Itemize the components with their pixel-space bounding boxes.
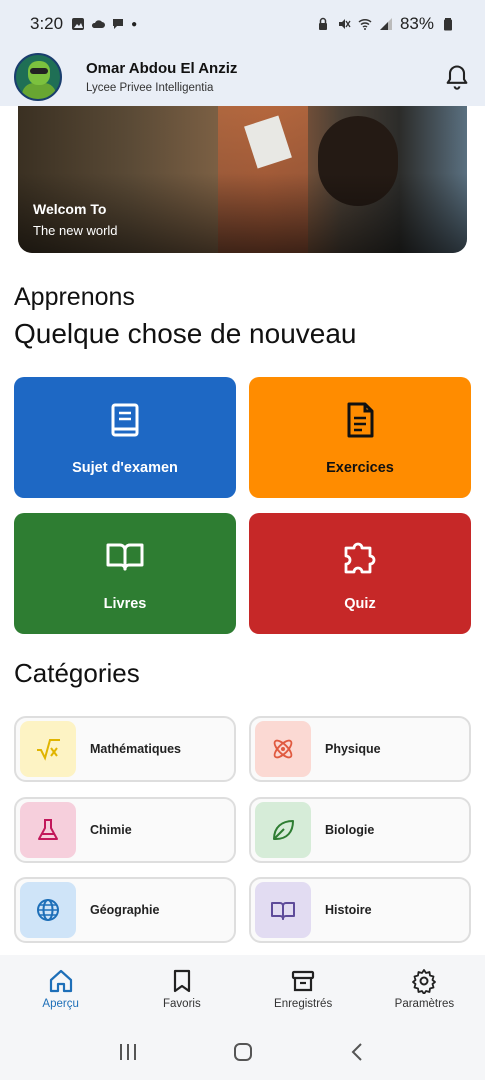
category-histoire[interactable]: Histoire [249,877,471,943]
tile-label: Quiz [344,596,376,612]
category-icon-box [20,802,76,858]
dot-icon: ● [131,18,138,30]
avatar-body [22,83,56,99]
open-book-icon [271,902,295,920]
nav-apercu[interactable]: Aperçu [0,955,121,1023]
status-time: 3:20 [30,14,64,33]
nav-label: Paramètres [394,998,455,1010]
atom-icon [273,739,293,759]
category-icon-box [255,882,311,938]
status-bar: 3:20 ● 83% [0,0,485,48]
school-name: Lycee Privee Intelligentia [86,82,214,94]
bookmark-icon [173,969,190,993]
hero-title: Welcom To [33,201,107,217]
nav-label: Favoris [163,998,201,1010]
categories-title: Catégories [14,658,140,688]
open-book-icon [106,543,144,571]
battery-level: 83% [399,14,434,33]
nav-parametres[interactable]: Paramètres [364,955,485,1023]
leaf-icon [273,820,294,840]
cloud-icon [92,20,106,28]
category-label: Physique [325,742,381,756]
home-button-icon[interactable] [232,1041,254,1063]
tile-label: Exercices [326,460,394,476]
avatar[interactable] [14,53,62,101]
category-icon-box [20,721,76,777]
category-label: Histoire [325,903,372,917]
intro-line2: Quelque chose de nouveau [14,318,357,349]
tile-quiz[interactable]: Quiz [249,513,471,634]
chat-icon [113,19,124,29]
nav-label: Enregistrés [274,998,333,1010]
avatar-glasses [30,68,48,74]
system-indicators: 83% [316,14,455,34]
category-label: Biologie [325,823,375,837]
home-icon [49,969,72,993]
globe-icon [37,899,59,921]
notification-icons: ● [71,17,137,31]
category-physique[interactable]: Physique [249,716,471,782]
category-chimie[interactable]: Chimie [14,797,236,863]
mute-icon [338,19,351,29]
intro-line1: Apprenons [14,283,135,311]
category-icon-box [20,882,76,938]
tile-sujet-examen[interactable]: Sujet d'examen [14,377,236,498]
document-icon [347,402,374,438]
nav-label: Aperçu [42,998,79,1010]
image-icon [72,18,85,30]
gear-icon [412,969,437,994]
category-icon-box [255,802,311,858]
user-name: Omar Abdou El Anziz [86,60,238,77]
tile-livres[interactable]: Livres [14,513,236,634]
lock-icon [318,17,327,30]
system-nav-bar [0,1023,485,1080]
category-geographie[interactable]: Géographie [14,877,236,943]
flask-icon [38,819,58,840]
user-info: Omar Abdou El Anziz Lycee Privee Intelli… [86,60,237,94]
hero-subtitle: The new world [33,223,118,238]
app-header: Omar Abdou El Anziz Lycee Privee Intelli… [0,48,485,106]
bottom-nav: Aperçu Favoris Enregistrés Paramètres [0,955,485,1023]
category-label: Géographie [90,903,160,917]
back-icon[interactable] [347,1041,369,1063]
category-icon-box [255,721,311,777]
tile-label: Sujet d'examen [72,460,178,476]
bell-icon[interactable] [443,63,471,91]
category-biologie[interactable]: Biologie [249,797,471,863]
sqrt-icon [37,739,60,761]
signal-icon [379,18,392,30]
wifi-icon [358,18,372,30]
battery-icon [444,18,452,31]
recents-icon[interactable] [117,1041,139,1063]
category-mathematiques[interactable]: Mathématiques [14,716,236,782]
category-label: Mathématiques [90,742,181,756]
nav-enregistres[interactable]: Enregistrés [243,955,364,1023]
book-icon [111,403,139,437]
tile-label: Livres [103,596,147,612]
puzzle-icon [344,542,376,574]
hero-banner[interactable]: Welcom To The new world [18,106,467,253]
archive-icon [292,970,315,992]
nav-favoris[interactable]: Favoris [121,955,242,1023]
tile-exercices[interactable]: Exercices [249,377,471,498]
category-label: Chimie [90,823,132,837]
